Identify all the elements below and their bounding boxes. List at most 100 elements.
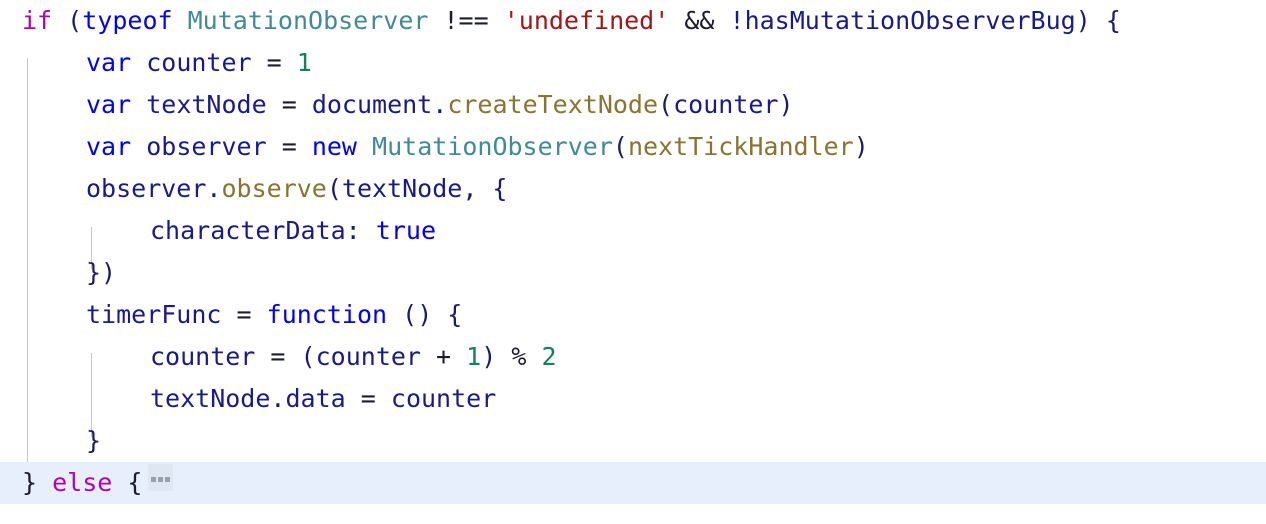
- code-token: 'undefined': [503, 6, 670, 35]
- code-token: () {: [402, 300, 463, 329]
- code-token: observer: [146, 132, 267, 161]
- code-token: var: [86, 48, 132, 77]
- code-token: =: [281, 132, 297, 161]
- code-token: (: [67, 6, 83, 35]
- code-token: (: [300, 342, 316, 371]
- code-token: textNode: [146, 90, 267, 119]
- code-line[interactable]: var counter = 1: [0, 42, 1266, 84]
- code-token: var: [86, 132, 132, 161]
- code-token: characterData: [150, 216, 346, 245]
- code-token: ): [853, 132, 869, 161]
- code-line[interactable]: counter = (counter + 1) % 2: [0, 336, 1266, 378]
- code-token: function: [266, 300, 388, 329]
- code-token: {: [127, 468, 143, 497]
- code-token: MutationObserver: [187, 6, 429, 35]
- code-token: counter: [390, 384, 497, 413]
- code-token: .: [206, 174, 222, 203]
- code-token: counter: [315, 342, 421, 371]
- code-token: =: [360, 384, 376, 413]
- code-token: observer: [86, 174, 207, 203]
- code-token: 2: [541, 342, 557, 371]
- code-token: document: [311, 90, 433, 119]
- code-token: var: [86, 90, 132, 119]
- code-token: }: [22, 468, 38, 497]
- code-token: (: [326, 174, 342, 203]
- code-token: .: [270, 384, 286, 413]
- code-line[interactable]: } else {: [0, 462, 1266, 504]
- code-token: MutationObserver: [372, 132, 613, 161]
- code-token: ): [778, 90, 794, 119]
- code-token: createTextNode: [447, 90, 659, 119]
- code-token: ) {: [1075, 6, 1121, 35]
- code-token: counter: [150, 342, 256, 371]
- code-token: =: [270, 342, 286, 371]
- code-editor-viewport[interactable]: if (typeof MutationObserver !== 'undefin…: [0, 0, 1266, 524]
- code-token: %: [511, 342, 527, 371]
- code-token: if: [22, 6, 53, 35]
- code-line[interactable]: if (typeof MutationObserver !== 'undefin…: [0, 0, 1266, 42]
- code-line[interactable]: }: [0, 420, 1266, 462]
- code-line[interactable]: characterData: true: [0, 210, 1266, 252]
- code-line[interactable]: var textNode = document.createTextNode(c…: [0, 84, 1266, 126]
- code-token: (: [658, 90, 674, 119]
- fold-dot-icon: [151, 476, 157, 482]
- code-token: true: [375, 216, 437, 245]
- code-token: }): [86, 258, 117, 287]
- fold-dot-icon: [165, 476, 171, 482]
- code-token: timerFunc: [86, 300, 222, 329]
- code-line[interactable]: }): [0, 252, 1266, 294]
- code-line[interactable]: textNode.data = counter: [0, 378, 1266, 420]
- code-token: nextTickHandler: [627, 132, 854, 161]
- code-token: else: [52, 468, 113, 497]
- code-token: :: [345, 216, 361, 245]
- code-line[interactable]: timerFunc = function () {: [0, 294, 1266, 336]
- code-line[interactable]: var observer = new MutationObserver(next…: [0, 126, 1266, 168]
- folded-code-marker[interactable]: [148, 464, 174, 491]
- code-token: typeof: [82, 6, 173, 35]
- code-token: .: [432, 90, 448, 119]
- code-token: (: [612, 132, 628, 161]
- code-content[interactable]: if (typeof MutationObserver !== 'undefin…: [0, 0, 1266, 504]
- code-token: +: [436, 342, 452, 371]
- code-token: =: [266, 48, 282, 77]
- code-token: textNode: [150, 384, 271, 413]
- code-token: counter: [146, 48, 252, 77]
- code-line[interactable]: observer.observe(textNode, {: [0, 168, 1266, 210]
- code-token: !hasMutationObserverBug: [729, 6, 1076, 35]
- code-token: }: [86, 426, 102, 455]
- code-token: , {: [462, 174, 508, 203]
- code-token: =: [236, 300, 252, 329]
- code-token: new: [311, 132, 357, 161]
- code-token: =: [281, 90, 297, 119]
- code-token: counter: [673, 90, 779, 119]
- code-token: data: [285, 384, 346, 413]
- code-token: 1: [466, 342, 482, 371]
